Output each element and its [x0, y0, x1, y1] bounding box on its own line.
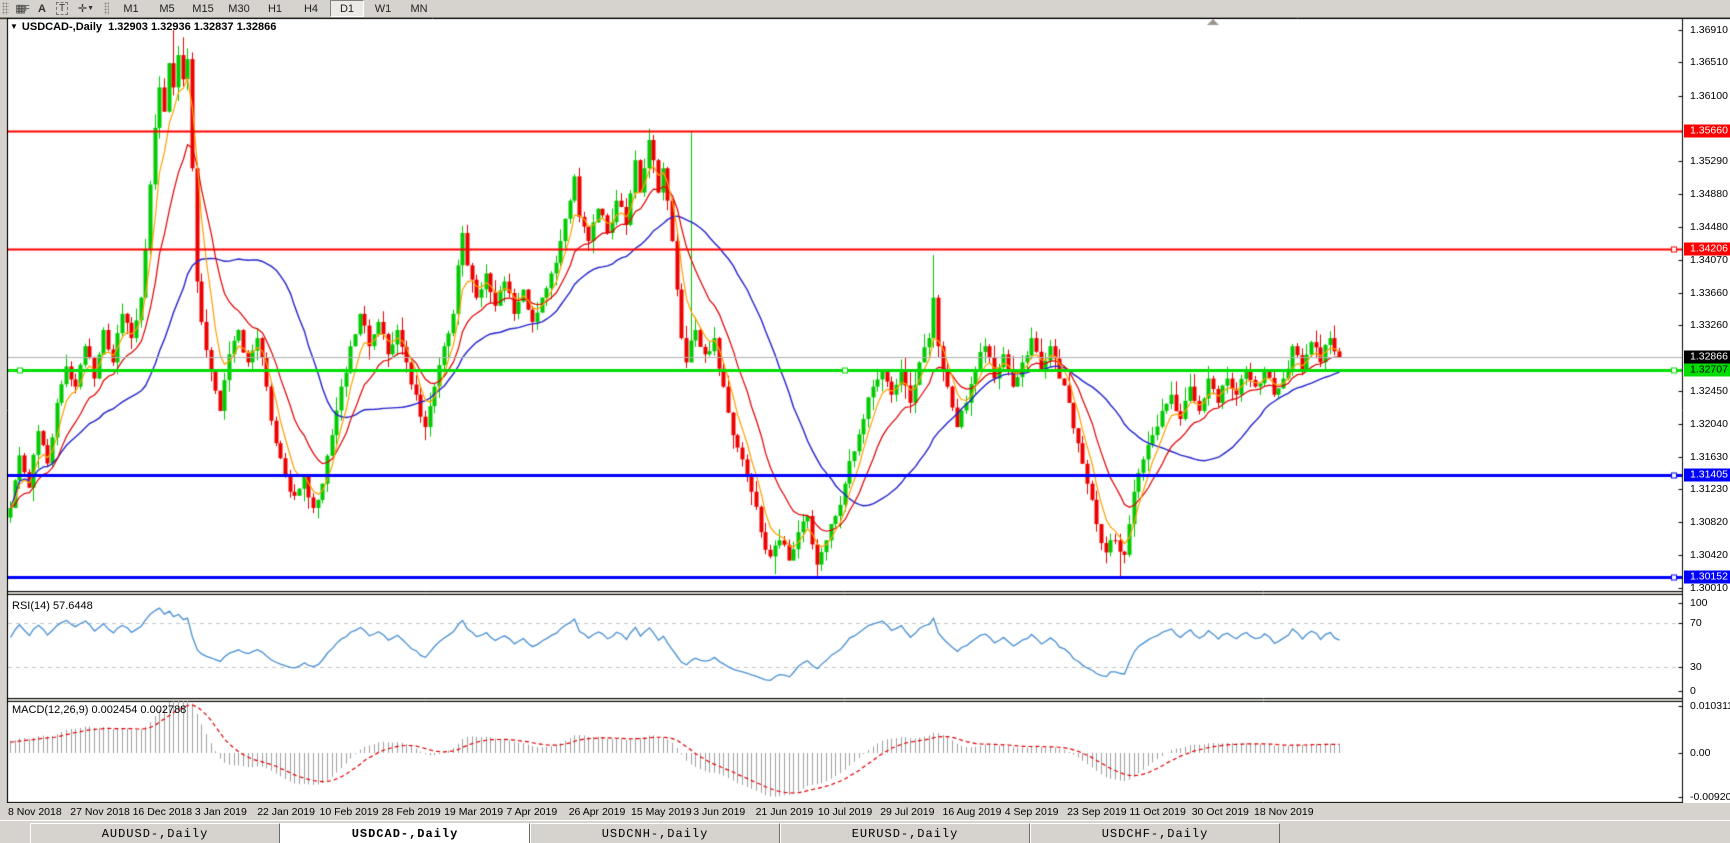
date-tick-label: 16 Dec 2018 — [133, 806, 193, 818]
chart-tab-eurusd[interactable]: EURUSD-,Daily — [780, 823, 1030, 843]
date-tick-label: 7 Apr 2019 — [506, 806, 557, 818]
price-tick-label: 1.31230 — [1690, 483, 1728, 495]
rsi-scale-label: 0 — [1690, 685, 1696, 697]
price-tick-label: 1.34480 — [1690, 221, 1728, 233]
price-tick-label: 1.34070 — [1690, 254, 1728, 266]
date-tick-label: 8 Nov 2018 — [8, 806, 62, 818]
chart-tab-usdcnh[interactable]: USDCNH-,Daily — [530, 823, 780, 843]
date-tick-label: 11 Oct 2019 — [1129, 806, 1185, 818]
hline-price-tag: 1.30152 — [1684, 570, 1730, 583]
date-tick-label: 3 Jan 2019 — [195, 806, 247, 818]
price-tick-label: 1.33660 — [1690, 287, 1728, 299]
date-tick-label: 27 Nov 2018 — [70, 806, 130, 818]
hline-price-tag: 1.34206 — [1684, 242, 1730, 255]
price-tick-label: 1.36100 — [1690, 90, 1728, 102]
date-tick-label: 23 Sep 2019 — [1067, 806, 1127, 818]
hline-price-tag: 1.32707 — [1684, 363, 1730, 376]
price-tick-label: 1.31630 — [1690, 451, 1728, 463]
price-tick-label: 1.33260 — [1690, 319, 1728, 331]
current-price-tag: 1.32866 — [1684, 351, 1730, 364]
date-tick-label: 15 May 2019 — [631, 806, 692, 818]
price-tick-label: 1.36510 — [1690, 56, 1728, 68]
macd-scale-label: 0.00 — [1690, 747, 1710, 759]
price-tick-label: 1.34880 — [1690, 188, 1728, 200]
date-tick-label: 28 Feb 2019 — [382, 806, 441, 818]
hline-price-tag: 1.35660 — [1684, 125, 1730, 138]
date-tick-label: 29 Jul 2019 — [880, 806, 934, 818]
chart-tab-audusd[interactable]: AUDUSD-,Daily — [30, 823, 280, 843]
chart-tab-usdchf[interactable]: USDCHF-,Daily — [1030, 823, 1280, 843]
price-tick-label: 1.30820 — [1690, 516, 1728, 528]
hline-price-tag: 1.31405 — [1684, 469, 1730, 482]
date-tick-label: 16 Aug 2019 — [943, 806, 1002, 818]
rsi-label: RSI(14) 57.6448 — [12, 600, 93, 612]
date-tick-label: 4 Sep 2019 — [1005, 806, 1059, 818]
chart-tab-bar: AUDUSD-,DailyUSDCAD-,DailyUSDCNH-,DailyE… — [0, 820, 1730, 843]
chart-title: ▼ USDCAD-,Daily 1.32903 1.32936 1.32837 1… — [10, 21, 276, 33]
price-tick-label: 1.30420 — [1690, 549, 1728, 561]
date-tick-label: 21 Jun 2019 — [756, 806, 814, 818]
date-tick-label: 19 Mar 2019 — [444, 806, 503, 818]
date-tick-label: 10 Jul 2019 — [818, 806, 872, 818]
date-tick-label: 30 Oct 2019 — [1192, 806, 1249, 818]
price-tick-label: 1.30010 — [1690, 582, 1728, 594]
chart-tab-usdcad[interactable]: USDCAD-,Daily — [280, 823, 530, 843]
chart-quotes: 1.32903 1.32936 1.32837 1.32866 — [108, 21, 276, 33]
date-tick-label: 10 Feb 2019 — [320, 806, 379, 818]
chart-collapse-icon[interactable]: ▼ — [10, 22, 18, 31]
price-tick-label: 1.32040 — [1690, 418, 1728, 430]
macd-scale-label: -0.009203 — [1690, 791, 1730, 803]
date-tick-label: 18 Nov 2019 — [1254, 806, 1314, 818]
chart-symbol: USDCAD-,Daily — [22, 21, 102, 33]
price-tick-label: 1.36910 — [1690, 24, 1728, 36]
price-tick-label: 1.32450 — [1690, 385, 1728, 397]
macd-label: MACD(12,26,9) 0.002454 0.002788 — [12, 704, 186, 716]
date-tick-label: 22 Jan 2019 — [257, 806, 315, 818]
date-tick-label: 26 Apr 2019 — [569, 806, 626, 818]
terminal-window: ▦F A T ✛▼ M1M5M15M30H1H4D1W1MN ▼USDCAD-,… — [0, 0, 1730, 843]
price-tick-label: 1.35290 — [1690, 155, 1728, 167]
chart-canvas[interactable] — [0, 0, 1730, 843]
rsi-scale-label: 30 — [1690, 661, 1702, 673]
rsi-scale-label: 70 — [1690, 617, 1702, 629]
macd-scale-label: 0.010311 — [1690, 700, 1730, 712]
date-tick-label: 3 Jun 2019 — [693, 806, 745, 818]
rsi-scale-label: 100 — [1690, 597, 1708, 609]
